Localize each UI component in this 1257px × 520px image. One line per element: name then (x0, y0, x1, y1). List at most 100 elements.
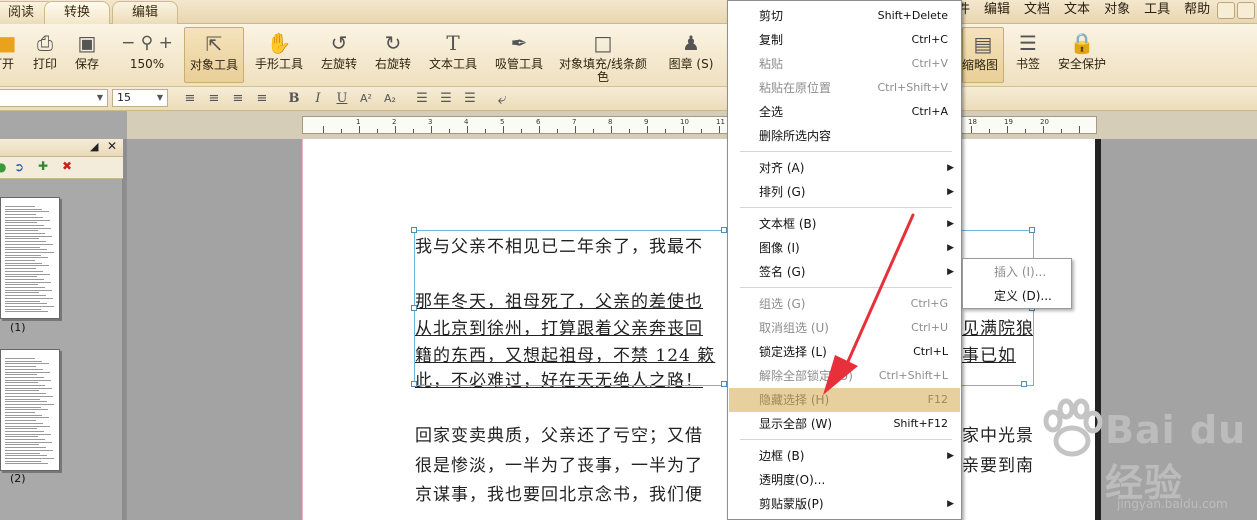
menu-item-image[interactable]: 图像 (I) ▶ (729, 236, 960, 260)
menu-item-align[interactable]: 对齐 (A) ▶ (729, 156, 960, 180)
menu-edit[interactable]: 编辑 (977, 0, 1017, 22)
text-fragment[interactable]: 亲要到南 (962, 451, 1034, 476)
menu-item-delete-selection[interactable]: 删除所选内容 (729, 124, 960, 148)
align-left-button[interactable]: ≡ (180, 89, 200, 108)
tab-edit[interactable]: 编辑 (112, 1, 178, 24)
menu-item-paste-in-place[interactable]: 粘贴在原位置 Ctrl+Shift+V (729, 76, 960, 100)
thumbnail-text-line (5, 441, 52, 443)
stamp-button[interactable]: ♟ 图章 (S) (660, 27, 722, 83)
bold-button[interactable]: B (284, 89, 304, 108)
thumbnail-text-line (5, 417, 49, 419)
zoom-out-button[interactable]: − (121, 33, 135, 53)
bookmark-button[interactable]: ☰ 书签 (1010, 27, 1046, 83)
window-controls (1213, 0, 1257, 22)
pin-icon[interactable]: ◢ (90, 140, 98, 153)
menu-item-unlock-all[interactable]: 解除全部锁定 (U) Ctrl+Shift+L (729, 364, 960, 388)
submenu-item-define[interactable]: 定义 (D)... (964, 284, 1071, 308)
menu-tools[interactable]: 工具 (1137, 0, 1177, 22)
menu-item-clipping-mask[interactable]: 剪贴蒙版(P) ▶ (729, 492, 960, 516)
delete-page-icon[interactable]: ✖ (62, 159, 72, 173)
ruler-tick (323, 126, 324, 133)
resize-handle[interactable] (411, 381, 417, 387)
page-number-label: (2) (10, 472, 26, 485)
ruler-tick (1025, 129, 1026, 133)
menu-item-lock-selection[interactable]: 锁定选择 (L) Ctrl+L (729, 340, 960, 364)
resize-handle[interactable] (1029, 227, 1035, 233)
rotate-left-button[interactable]: ↺ 左旋转 (314, 27, 364, 83)
thumbnail-text-line (5, 385, 45, 386)
menu-item-select-all[interactable]: 全选 Ctrl+A (729, 100, 960, 124)
text-fragment[interactable]: 家中光景 (962, 421, 1034, 446)
justify-button[interactable]: ≡ (252, 89, 272, 108)
export-page-icon[interactable]: ➲ (14, 160, 24, 174)
hand-tool-button[interactable]: ✋ 手形工具 (250, 27, 308, 83)
superscript-button[interactable]: A² (356, 89, 376, 108)
submenu-item-insert[interactable]: 插入 (I)... (964, 260, 1071, 284)
line-spacing-button-1[interactable]: ☰ (412, 89, 432, 108)
undo-button[interactable]: ⤶ (492, 89, 512, 108)
line-spacing-button-2[interactable]: ☰ (436, 89, 456, 108)
menu-item-text-box[interactable]: 文本框 (B) ▶ (729, 212, 960, 236)
resize-handle[interactable] (1021, 381, 1027, 387)
menu-item-signature[interactable]: 签名 (G) ▶ (729, 260, 960, 284)
submenu-arrow-icon: ▶ (947, 243, 954, 253)
menu-item-hide-selection[interactable]: 隐藏选择 (H) F12 (729, 388, 960, 412)
save-button[interactable]: ▣ 保存 (70, 27, 104, 83)
minimize-button[interactable] (1217, 2, 1235, 19)
ruler-number: 1 (356, 118, 361, 126)
align-center-button[interactable]: ≡ (204, 89, 224, 108)
underline-button[interactable]: U (332, 89, 352, 108)
close-icon[interactable]: ✕ (107, 139, 117, 153)
page-thumbnail-2[interactable] (0, 349, 60, 471)
open-button[interactable]: ■ 打开 (0, 27, 20, 83)
align-right-button[interactable]: ≡ (228, 89, 248, 108)
rotate-right-button[interactable]: ↻ 右旋转 (368, 27, 418, 83)
text-line[interactable]: 很是惨淡，一半为了丧事，一半为了 (415, 451, 703, 476)
print-button[interactable]: ⎙ 打印 (28, 27, 62, 83)
page-icon[interactable]: ● (0, 160, 6, 174)
menu-item-cut[interactable]: 剪切 Shift+Delete (729, 4, 960, 28)
menu-separator (740, 151, 952, 152)
thumbnail-text-line (5, 430, 44, 432)
menu-object[interactable]: 对象 (1097, 0, 1137, 22)
security-button[interactable]: 🔒 安全保护 (1054, 27, 1110, 83)
folder-icon: ■ (0, 31, 17, 55)
thumbnail-button[interactable]: ▤ 缩略图 (962, 27, 1004, 83)
zoom-in-button[interactable]: + (159, 33, 173, 53)
ruler-number: 9 (644, 118, 649, 126)
menu-item-arrange[interactable]: 排列 (G) ▶ (729, 180, 960, 204)
thumbnail-text-line (5, 308, 41, 310)
eyedropper-tool-button[interactable]: ✒ 吸管工具 (490, 27, 548, 83)
thumbnail-text-line (5, 368, 43, 370)
menu-item-copy[interactable]: 复制 Ctrl+C (729, 28, 960, 52)
fill-stroke-color-button[interactable]: □ 对象填充/线条颜色 (558, 27, 648, 84)
line-spacing-button-3[interactable]: ☰ (460, 89, 480, 108)
italic-button[interactable]: I (308, 89, 328, 108)
text-line[interactable]: 回家变卖典质，父亲还了亏空；又借 (415, 421, 703, 446)
menu-item-show-all[interactable]: 显示全部 (W) Shift+F12 (729, 412, 960, 436)
menu-help[interactable]: 帮助 (1177, 0, 1217, 22)
zoom-control: − ⚲ + 150% (112, 27, 182, 83)
thumbnail-text-line (5, 246, 40, 248)
text-line[interactable]: 京谋事，我也要回北京念书，我们便 (415, 480, 703, 505)
paw-logo-icon (1043, 398, 1103, 457)
object-tool-button[interactable]: ⇱ 对象工具 (184, 27, 244, 83)
page-thumbnail-1[interactable] (0, 197, 60, 319)
menu-item-border[interactable]: 边框 (B) ▶ (729, 444, 960, 468)
font-size-select[interactable]: 15 ▼ (112, 89, 168, 107)
resize-handle[interactable] (411, 227, 417, 233)
menu-item-opacity[interactable]: 透明度(O)... (729, 468, 960, 492)
menu-text[interactable]: 文本 (1057, 0, 1097, 22)
insert-page-icon[interactable]: ✚ (38, 159, 48, 173)
menu-item-ungroup[interactable]: 取消组选 (U) Ctrl+U (729, 316, 960, 340)
menu-item-paste[interactable]: 粘贴 Ctrl+V (729, 52, 960, 76)
restore-button[interactable] (1237, 2, 1255, 19)
tab-convert[interactable]: 转换 (44, 1, 110, 24)
font-family-select[interactable]: ▼ (0, 89, 108, 107)
subscript-button[interactable]: A₂ (380, 89, 400, 108)
menu-document[interactable]: 文档 (1017, 0, 1057, 22)
menu-item-group[interactable]: 组选 (G) Ctrl+G (729, 292, 960, 316)
text-tool-button[interactable]: T 文本工具 (424, 27, 482, 83)
resize-handle[interactable] (411, 305, 417, 311)
submenu-arrow-icon: ▶ (947, 219, 954, 229)
